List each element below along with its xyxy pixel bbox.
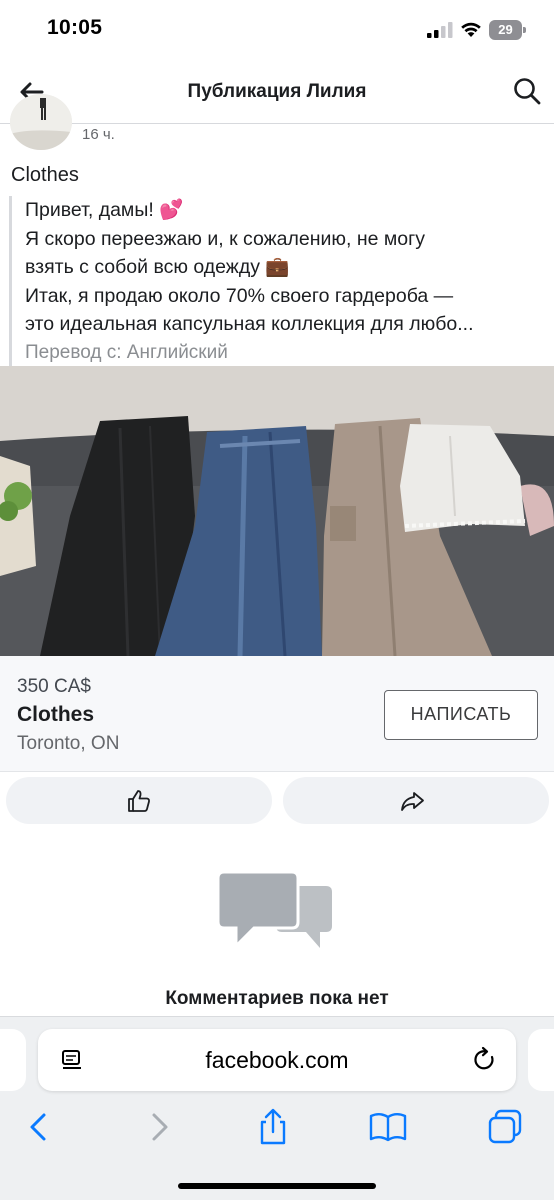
bookmarks-icon[interactable] — [368, 1107, 408, 1147]
page-title: Публикация Лилия — [187, 81, 367, 102]
status-bar: 10:05 29 — [0, 0, 554, 62]
description-line: Я скоро переезжаю и, к сожалению, не мог… — [25, 227, 425, 250]
status-time: 10:05 — [47, 16, 103, 39]
comments-empty-state: Комментариев пока нет — [0, 860, 554, 1020]
search-icon[interactable] — [512, 76, 542, 106]
listing-title[interactable]: Clothes — [17, 703, 94, 727]
browser-chrome: facebook.com — [0, 1016, 554, 1200]
top-navigation: Публикация Лилия — [0, 62, 554, 124]
listing-price: 350 CA$ — [17, 676, 91, 697]
avatar[interactable] — [10, 94, 72, 150]
battery-icon: 29 — [489, 20, 526, 40]
like-button[interactable] — [6, 777, 272, 824]
description-line: Итак, я продаю около 70% своего гардероб… — [25, 284, 454, 307]
description-line: Привет, дамы! 💕 — [25, 199, 184, 221]
forward-icon[interactable] — [138, 1107, 178, 1147]
share-arrow-icon — [401, 792, 424, 811]
battery-level: 29 — [489, 20, 522, 40]
wifi-icon — [461, 22, 481, 37]
listing-photo[interactable] — [0, 366, 554, 656]
tabs-icon[interactable] — [486, 1107, 526, 1147]
thumbs-up-icon — [128, 790, 150, 812]
listing-location: Toronto, ON — [17, 733, 120, 754]
next-tab-preview[interactable] — [528, 1029, 554, 1091]
post-actions — [0, 776, 554, 826]
share-button[interactable] — [283, 777, 549, 824]
url-text[interactable]: facebook.com — [38, 1047, 516, 1074]
post-timestamp: 16 ч. — [82, 126, 115, 143]
message-button[interactable]: НАПИСАТЬ — [384, 690, 538, 740]
description-line[interactable]: это идеальная капсульная коллекция для л… — [25, 310, 539, 339]
share-icon[interactable] — [253, 1107, 293, 1147]
post-title: Clothes — [11, 164, 79, 186]
back-icon[interactable] — [20, 1107, 60, 1147]
home-indicator — [178, 1183, 376, 1189]
browser-toolbar — [0, 1103, 554, 1163]
chat-bubbles-icon — [218, 870, 332, 950]
listing-info: 350 CA$ Clothes Toronto, ON НАПИСАТЬ — [0, 656, 554, 772]
cellular-signal-icon — [427, 22, 453, 38]
post-description: Привет, дамы! 💕 Я скоро переезжаю и, к с… — [9, 196, 539, 366]
reload-icon[interactable] — [472, 1046, 498, 1074]
description-line: взять с собой всю одежду 💼 — [25, 256, 290, 278]
previous-tab-preview[interactable] — [0, 1029, 26, 1091]
address-bar[interactable]: facebook.com — [38, 1029, 516, 1091]
clothes-photo-illustration — [0, 366, 554, 656]
translation-note[interactable]: Перевод с: Английский — [25, 339, 539, 367]
no-comments-text: Комментариев пока нет — [165, 988, 389, 1009]
